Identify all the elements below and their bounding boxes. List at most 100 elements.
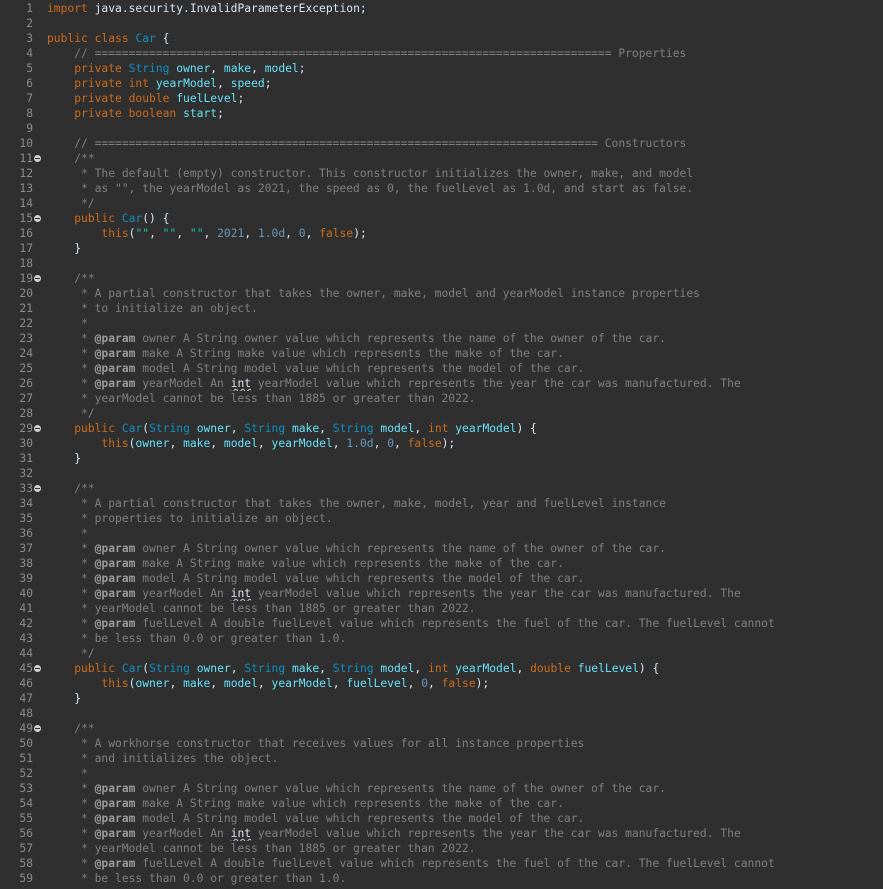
code-token: ); bbox=[475, 677, 490, 690]
code-line[interactable]: 40 * @param yearModel An int yearModel v… bbox=[0, 586, 883, 601]
code-token: yearModel An bbox=[135, 587, 231, 600]
code-line[interactable]: 33 /** bbox=[0, 481, 883, 496]
code-line[interactable]: 15 public Car() { bbox=[0, 211, 883, 226]
code-line[interactable]: 42 * @param fuelLevel A double fuelLevel… bbox=[0, 616, 883, 631]
code-token: String bbox=[149, 422, 190, 435]
code-line[interactable]: 34 * A partial constructor that takes th… bbox=[0, 496, 883, 511]
code-line[interactable]: 19 /** bbox=[0, 271, 883, 286]
code-line[interactable]: 52 * bbox=[0, 766, 883, 781]
code-line[interactable]: 14 */ bbox=[0, 196, 883, 211]
code-token: owner bbox=[176, 62, 211, 75]
code-line[interactable]: 58 * @param fuelLevel A double fuelLevel… bbox=[0, 856, 883, 871]
code-text: private boolean start; bbox=[47, 106, 883, 121]
line-number: 53 bbox=[19, 782, 33, 795]
code-line[interactable]: 23 * @param owner A String owner value w… bbox=[0, 331, 883, 346]
fold-collapse-icon[interactable] bbox=[34, 665, 41, 672]
code-line[interactable]: 3 public class Car { bbox=[0, 31, 883, 46]
code-line[interactable]: 39 * @param model A String model value w… bbox=[0, 571, 883, 586]
fold-collapse-icon[interactable] bbox=[34, 275, 41, 282]
fold-collapse-icon[interactable] bbox=[34, 485, 41, 492]
code-line[interactable]: 28 */ bbox=[0, 406, 883, 421]
code-line[interactable]: 36 * bbox=[0, 526, 883, 541]
code-line[interactable]: 51 * and initializes the object. bbox=[0, 751, 883, 766]
code-line[interactable]: 22 * bbox=[0, 316, 883, 331]
code-line[interactable]: 5 private String owner, make, model; bbox=[0, 61, 883, 76]
code-token: @param bbox=[94, 857, 136, 870]
code-token: ); bbox=[441, 437, 456, 450]
code-token: , bbox=[428, 677, 442, 690]
code-token: 1.0d bbox=[346, 437, 374, 450]
code-token: */ bbox=[47, 407, 95, 420]
code-token: , bbox=[257, 437, 272, 450]
code-line[interactable]: 56 * @param yearModel An int yearModel v… bbox=[0, 826, 883, 841]
code-token: /** bbox=[74, 272, 95, 285]
code-line[interactable]: 27 * yearModel cannot be less than 1885 … bbox=[0, 391, 883, 406]
code-token: make A String make value which represent… bbox=[135, 557, 564, 570]
code-line[interactable]: 2 bbox=[0, 16, 883, 31]
code-line[interactable]: 10 // ==================================… bbox=[0, 136, 883, 151]
code-line[interactable]: 21 * to initialize an object. bbox=[0, 301, 883, 316]
code-line[interactable]: 31 } bbox=[0, 451, 883, 466]
code-token: owner A String owner value which represe… bbox=[135, 332, 666, 345]
code-line[interactable]: 12 * The default (empty) constructor. Th… bbox=[0, 166, 883, 181]
code-token: false bbox=[319, 227, 354, 240]
code-line[interactable]: 49 /** bbox=[0, 721, 883, 736]
code-line[interactable]: 24 * @param make A String make value whi… bbox=[0, 346, 883, 361]
code-line[interactable]: 48 bbox=[0, 706, 883, 721]
fold-collapse-icon[interactable] bbox=[34, 425, 41, 432]
code-text: * properties to initialize an object. bbox=[47, 511, 883, 526]
code-line[interactable]: 55 * @param model A String model value w… bbox=[0, 811, 883, 826]
code-line[interactable]: 50 * A workhorse constructor that receiv… bbox=[0, 736, 883, 751]
code-line[interactable]: 30 this(owner, make, model, yearModel, 1… bbox=[0, 436, 883, 451]
code-token: owner bbox=[135, 437, 170, 450]
code-line[interactable]: 46 this(owner, make, model, yearModel, f… bbox=[0, 676, 883, 691]
code-token: * bbox=[47, 857, 95, 870]
line-number: 18 bbox=[19, 257, 33, 270]
code-editor[interactable]: 1 import java.security.InvalidParameterEx… bbox=[0, 0, 883, 889]
code-token: * as "", the yearModel as 2021, the spee… bbox=[47, 182, 694, 195]
code-line[interactable]: 29 public Car(String owner, String make,… bbox=[0, 421, 883, 436]
code-line[interactable]: 13 * as "", the yearModel as 2021, the s… bbox=[0, 181, 883, 196]
fold-collapse-icon[interactable] bbox=[34, 215, 41, 222]
code-token: String bbox=[332, 662, 374, 675]
code-line[interactable]: 35 * properties to initialize an object. bbox=[0, 511, 883, 526]
code-line[interactable]: 54 * @param make A String make value whi… bbox=[0, 796, 883, 811]
fold-collapse-icon[interactable] bbox=[34, 725, 41, 732]
code-area[interactable]: 1 import java.security.InvalidParameterEx… bbox=[0, 1, 883, 886]
code-line[interactable]: 7 private double fuelLevel; bbox=[0, 91, 883, 106]
code-line[interactable]: 26 * @param yearModel An int yearModel v… bbox=[0, 376, 883, 391]
code-line[interactable]: 32 bbox=[0, 466, 883, 481]
code-line[interactable]: 37 * @param owner A String owner value w… bbox=[0, 541, 883, 556]
fold-collapse-icon[interactable] bbox=[34, 155, 41, 162]
code-line[interactable]: 38 * @param make A String make value whi… bbox=[0, 556, 883, 571]
line-number: 37 bbox=[19, 542, 33, 555]
code-line[interactable]: 45 public Car(String owner, String make,… bbox=[0, 661, 883, 676]
code-line[interactable]: 57 * yearModel cannot be less than 1885 … bbox=[0, 841, 883, 856]
code-token: fuelLevel bbox=[577, 662, 639, 675]
code-token: "" bbox=[189, 227, 204, 240]
code-line[interactable]: 6 private int yearModel, speed; bbox=[0, 76, 883, 91]
code-line[interactable]: 43 * be less than 0.0 or greater than 1.… bbox=[0, 631, 883, 646]
code-line[interactable]: 59 * be less than 0.0 or greater than 1.… bbox=[0, 871, 883, 886]
code-line[interactable]: 17 } bbox=[0, 241, 883, 256]
line-number: 27 bbox=[19, 392, 33, 405]
code-text: * A workhorse constructor that receives … bbox=[47, 736, 883, 751]
code-line[interactable]: 25 * @param model A String model value w… bbox=[0, 361, 883, 376]
code-line[interactable]: 1 import java.security.InvalidParameterEx… bbox=[0, 1, 883, 16]
code-line[interactable]: 11 /** bbox=[0, 151, 883, 166]
code-token: yearModel bbox=[155, 77, 218, 90]
code-line[interactable]: 53 * @param owner A String owner value w… bbox=[0, 781, 883, 796]
code-line[interactable]: 47 } bbox=[0, 691, 883, 706]
code-line[interactable]: 16 this("", "", "", 2021, 1.0d, 0, false… bbox=[0, 226, 883, 241]
code-line[interactable]: 4 // ===================================… bbox=[0, 46, 883, 61]
code-line[interactable]: 18 bbox=[0, 256, 883, 271]
code-line[interactable]: 44 */ bbox=[0, 646, 883, 661]
code-line[interactable]: 41 * yearModel cannot be less than 1885 … bbox=[0, 601, 883, 616]
code-line[interactable]: 20 * A partial constructor that takes th… bbox=[0, 286, 883, 301]
code-line[interactable]: 8 private boolean start; bbox=[0, 106, 883, 121]
code-line[interactable]: 9 bbox=[0, 121, 883, 136]
